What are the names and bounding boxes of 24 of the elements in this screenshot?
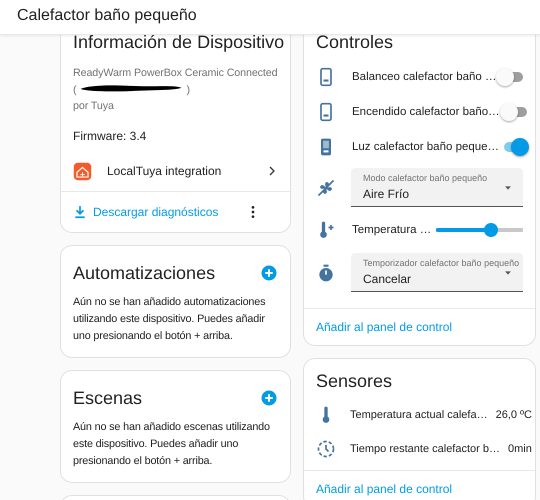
serial-bracket: )	[186, 82, 190, 98]
integration-link[interactable]: LocalTuya integration	[107, 164, 266, 178]
entity-name: Tiempo restante calefactor b…	[350, 443, 500, 455]
entity-name: Balanceo calefactor baño …	[352, 70, 496, 82]
manufacturer-text: por Tuya	[73, 99, 115, 114]
card-title: Información de Dispositivo	[73, 32, 284, 53]
empty-state-text: Aún no se han añadido automatizaciones utilizando este dispositivo. Puedes añadir uno presionando el botón + arriba.	[73, 294, 266, 344]
serial-bracket: (	[73, 82, 76, 98]
card-title: Escenas	[73, 388, 142, 408]
entity-name: Temperatura …	[352, 224, 432, 236]
card-title: Automatizaciones	[73, 262, 216, 284]
page-title: Calefactor baño pequeño	[17, 7, 197, 25]
empty-state-text: Aún no se han añadido escenas utilizando este dispositivo. Puedes añadir uno presionando el botón + arriba.	[73, 420, 271, 468]
sensor-value: 26,0 ºC	[496, 409, 532, 421]
entity-name: Encendido calefactor baño…	[352, 106, 500, 118]
firmware-text: Firmware: 3.4	[73, 128, 148, 142]
select-field[interactable]: Temporizador calefactor baño pequeño Cancelar	[351, 253, 523, 292]
card-title: Controles	[316, 32, 394, 53]
select-field[interactable]: Modo calefactor baño pequeño Aire Frío	[351, 168, 523, 207]
device-model: ReadyWarm PowerBox Ceramic Connected	[73, 66, 278, 81]
sensor-value: 0min	[508, 443, 532, 455]
entity-name: Temperatura actual calefa…	[350, 409, 488, 421]
card-title: Sensores	[316, 371, 392, 392]
entity-name: Luz calefactor baño peque…	[352, 140, 500, 152]
